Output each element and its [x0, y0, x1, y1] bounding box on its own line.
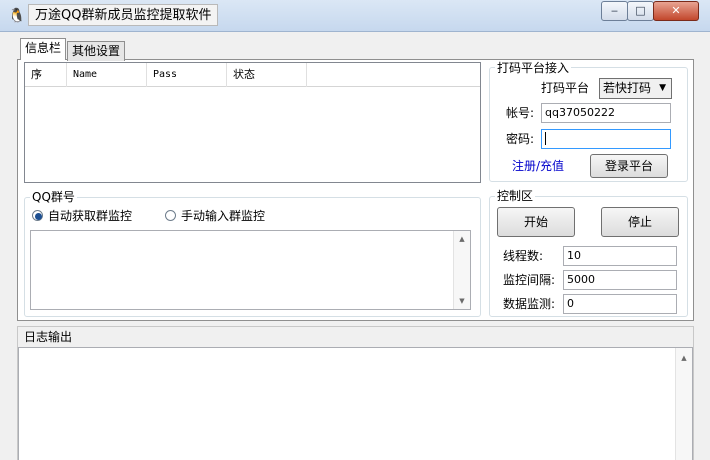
platform-label: 打码平台	[541, 81, 590, 95]
close-button[interactable]: ✕	[653, 1, 699, 21]
radio-auto-monitor[interactable]	[32, 210, 43, 221]
account-label: 帐号:	[506, 106, 535, 120]
textarea-scrollbar[interactable]: ▲ ▼	[453, 231, 470, 309]
penguin-icon: 🐧	[8, 8, 26, 24]
start-button[interactable]: 开始	[497, 207, 575, 237]
column-header-pass[interactable]: Pass	[147, 63, 227, 87]
tab-other-settings[interactable]: 其他设置	[67, 41, 126, 61]
close-icon: ✕	[671, 4, 681, 17]
log-scrollbar[interactable]: ▲	[675, 348, 692, 460]
password-label: 密码:	[506, 132, 535, 146]
threads-input[interactable]: 10	[563, 246, 677, 266]
chevron-down-icon: ▼	[659, 83, 666, 93]
interval-input[interactable]: 5000	[563, 270, 677, 290]
captcha-platform-title: 打码平台接入	[495, 61, 572, 75]
column-header-name[interactable]: Name	[67, 63, 147, 87]
radio-selected-dot	[35, 213, 42, 220]
platform-selected: 若快打码	[603, 81, 652, 95]
data-monitor-label: 数据监测:	[503, 297, 556, 311]
account-list[interactable]: 序 Name Pass 状态	[24, 62, 481, 183]
password-input[interactable]: ​	[541, 129, 671, 149]
scroll-up-icon[interactable]: ▲	[676, 354, 692, 362]
account-input[interactable]: qq37050222	[541, 103, 671, 123]
column-header-index[interactable]: 序	[25, 63, 67, 87]
minimize-icon: ‒	[611, 4, 618, 17]
maximize-icon: □	[635, 4, 646, 17]
title-bar[interactable]: 🐧 万途QQ群新成员监控提取软件 ‒ □ ✕	[0, 0, 710, 32]
log-title: 日志输出	[24, 330, 73, 344]
scroll-down-icon[interactable]: ▼	[454, 297, 470, 305]
platform-select[interactable]: 若快打码 ▼	[599, 78, 672, 99]
login-platform-button[interactable]: 登录平台	[590, 154, 668, 178]
tab-info[interactable]: 信息栏	[20, 38, 67, 60]
text-caret: ​	[545, 132, 546, 145]
register-link[interactable]: 注册/充值	[512, 156, 564, 176]
window-title: 万途QQ群新成员监控提取软件	[28, 4, 219, 26]
list-header: 序 Name Pass 状态	[25, 63, 480, 87]
radio-manual-monitor[interactable]	[165, 210, 176, 221]
scroll-up-icon[interactable]: ▲	[454, 235, 470, 243]
column-header-status[interactable]: 状态	[227, 63, 307, 87]
minimize-button[interactable]: ‒	[601, 1, 628, 21]
radio-manual-label[interactable]: 手动输入群监控	[181, 206, 265, 226]
threads-label: 线程数:	[503, 249, 544, 263]
stop-button[interactable]: 停止	[601, 207, 679, 237]
interval-label: 监控间隔:	[503, 273, 556, 287]
group-number-textarea[interactable]: ▲ ▼	[30, 230, 471, 310]
qq-group-title: QQ群号	[30, 190, 77, 204]
radio-auto-label[interactable]: 自动获取群监控	[48, 206, 132, 226]
maximize-button[interactable]: □	[627, 1, 654, 21]
control-group-title: 控制区	[495, 189, 536, 203]
log-textarea[interactable]: ▲	[18, 347, 693, 460]
data-monitor-input[interactable]: 0	[563, 294, 677, 314]
